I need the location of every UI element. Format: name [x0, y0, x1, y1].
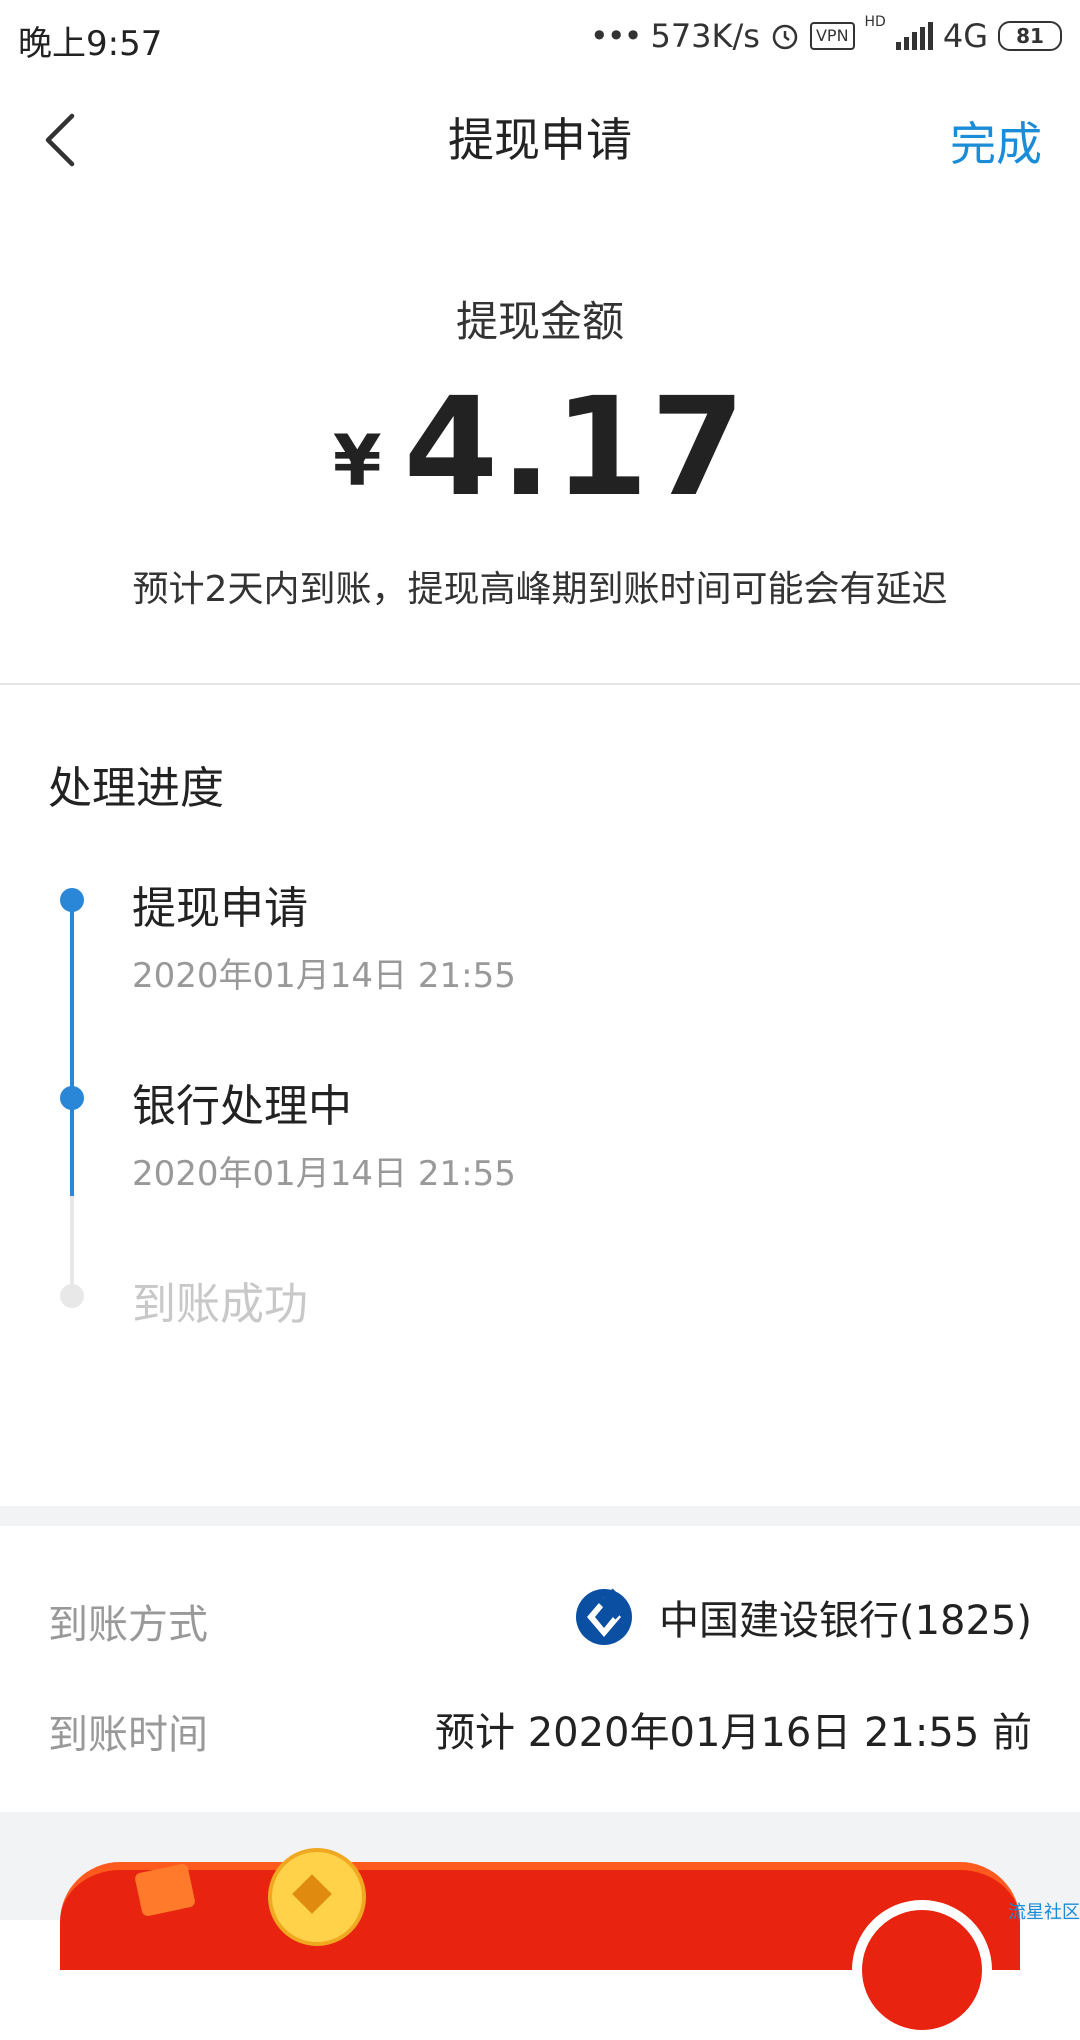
divider	[0, 683, 1080, 685]
section-divider	[0, 1506, 1080, 1526]
network-type: 4G	[942, 17, 988, 55]
step-label: 银行处理中	[132, 1081, 352, 1132]
battery-level: 81	[1016, 24, 1044, 48]
amount-row: ¥ 4.17	[0, 380, 1080, 516]
vpn-icon: VPN	[809, 22, 855, 50]
step-label: 提现申请	[132, 883, 308, 934]
timeline-dot	[60, 1086, 84, 1110]
amount-label: 提现金额	[455, 297, 624, 346]
step-time: 2020年01月14日 21:55	[132, 956, 516, 996]
banner-button-icon[interactable]	[852, 1900, 992, 2040]
page-title: 提现申请	[448, 113, 632, 167]
currency-symbol: ¥	[332, 420, 382, 502]
signal-icon	[895, 22, 933, 50]
status-bar: 晚上9:57 ••• 573K/s VPN HD 4G 81	[0, 0, 1080, 72]
ccb-bank-icon	[575, 1588, 632, 1645]
status-time: 晚上9:57	[18, 24, 163, 64]
progress-title: 处理进度	[48, 763, 224, 814]
timeline-dot	[60, 1284, 84, 1308]
method-label: 到账方式	[48, 1602, 208, 1648]
method-value: 中国建设银行(1825)	[575, 1588, 1032, 1646]
step-time: 2020年01月14日 21:55	[132, 1154, 516, 1194]
amount-value: 4.17	[403, 369, 748, 527]
hd-label: HD	[864, 14, 886, 30]
timeline-line-active	[70, 898, 74, 1196]
time-value: 预计 2020年01月16日 21:55 前	[434, 1710, 1032, 1756]
timeline-line-pending	[70, 1196, 74, 1296]
bank-account: 中国建设银行(1825)	[658, 1598, 1032, 1644]
network-speed: 573K/s	[650, 17, 760, 55]
alarm-icon	[772, 24, 798, 50]
arrival-note: 预计2天内到账，提现高峰期到账时间可能会有延迟	[132, 569, 948, 610]
watermark: 流星社区	[1008, 1902, 1080, 1923]
battery-icon: 81	[998, 21, 1062, 51]
step-label: 到账成功	[132, 1279, 308, 1330]
done-button[interactable]: 完成	[950, 108, 1042, 174]
more-dots-icon: •••	[589, 17, 643, 55]
timeline-dot	[60, 888, 84, 912]
status-icons: ••• 573K/s VPN HD 4G 81	[590, 14, 1062, 58]
time-label: 到账时间	[48, 1712, 208, 1758]
